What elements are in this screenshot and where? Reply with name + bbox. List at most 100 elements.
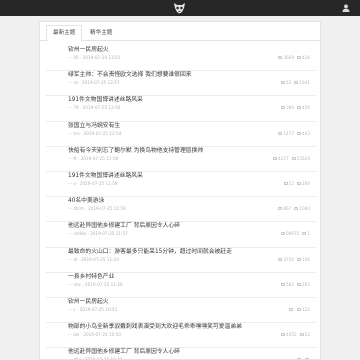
view-count: 4452 [285, 332, 297, 338]
eye-icon [280, 81, 285, 85]
topic-stats: 4452 52 [278, 332, 310, 337]
topic-stats: 3669 426 [275, 55, 310, 60]
topic-meta: ··· tvs · 2019-07-25 12:54 [68, 130, 122, 136]
view-count: 867 [283, 206, 292, 212]
view-count: 3669 [283, 55, 294, 60]
topic-meta: ··· cedeb · 2019-07-25 11:57 [68, 231, 128, 237]
topic-list-item[interactable]: 40名中美游泳 ··· dtcm · 2019-07-25 11:59 867 108… [46, 197, 316, 223]
topic-stats: 867 1084 [275, 206, 310, 211]
topic-title[interactable]: 40名中美游泳 [68, 197, 104, 205]
reply-count: 269 [302, 181, 310, 186]
comment-icon [299, 333, 304, 337]
top-navbar [0, 0, 360, 16]
comment-icon [291, 156, 296, 160]
reply-count: 122 [302, 307, 310, 312]
eye-icon [281, 282, 285, 286]
view-count: 3750 [283, 256, 294, 262]
eye-icon [283, 182, 288, 185]
user-icon[interactable] [342, 4, 350, 12]
topic-title[interactable]: 绿军主帅：不会责怪欧文选择 我们想要谁很回来 [68, 71, 192, 79]
topic-list-card: 最新主题 精华主题 钦州一民房起火 ··· 05 · 2019-07-24 13:… [39, 21, 321, 360]
comment-icon [297, 257, 301, 261]
view-count: 09075 [286, 231, 300, 237]
comment-icon [297, 106, 301, 110]
comment-icon [294, 207, 299, 211]
reply-count: 1084 [299, 206, 310, 212]
comment-icon [302, 232, 307, 236]
topic-list-item[interactable]: 张国立与冯婉安有生 ··· tvs · 2019-07-25 12:54 1477 4… [46, 122, 316, 147]
eye-icon [278, 131, 283, 135]
topic-meta: ··· vs · 2019-07-25 12:57 [68, 80, 120, 86]
topic-title[interactable]: 最致命的火山口：游客最多只能呆15分钟，超过时间就会被赶走 [68, 248, 232, 256]
eye-icon [278, 257, 283, 261]
comment-icon [294, 81, 299, 85]
view-count: 12 [288, 181, 294, 186]
tab-latest-topics[interactable]: 最新主题 [46, 25, 83, 42]
topic-title[interactable]: 快船有今天别忘了鲍尔默 为换鸟物他支持管理层换帅 [68, 147, 203, 155]
reply-count: 1 [307, 231, 310, 237]
topic-stats: 53 1941 [278, 80, 310, 85]
eye-icon [289, 308, 293, 311]
topic-list-item[interactable]: 他远赴异国他乡修建工厂 背后原因令人心碎 ··· cedeb · 2019-07-… [46, 222, 316, 248]
topic-title[interactable]: 他远赴异国他乡修建工厂 背后原因令人心碎 [68, 222, 180, 230]
topic-list-item[interactable]: 191件文物国博讲述丝路风采 ··· 79 · 2019-07-25 12:56 3… [46, 96, 316, 122]
tab-featured-topics[interactable]: 精华主题 [83, 25, 119, 41]
monkey-face-logo[interactable] [173, 2, 186, 14]
topic-title[interactable]: 他远赴异国他乡修建工厂 背后原因令人心碎 [68, 348, 180, 356]
comment-icon [297, 308, 301, 311]
topic-list-item[interactable]: 钦州一民房起火 ··· 05 · 2019-07-24 13:02 3669 426 [46, 46, 316, 72]
topic-meta: ··· nhc · 2019-07-25 11:26 [68, 281, 123, 287]
topic-meta: ··· c · 2019-07-25 10:51 [68, 307, 118, 312]
topic-title[interactable]: 191件文物国博讲述丝路风采 [68, 172, 143, 180]
topic-list-item[interactable]: 物部的小鸟全新季驭戴刺戏表演受到大欢迎毛乖乖嘿嘿笑可爱温弟弟 ··· kol · … [46, 323, 316, 349]
comment-icon [297, 282, 301, 286]
topic-meta: ··· dtcm · 2019-07-25 11:59 [68, 206, 126, 212]
reply-count: 52 [304, 332, 310, 338]
view-count: 1477 [283, 130, 294, 136]
view-count: 582 [286, 281, 294, 287]
topic-list-item[interactable]: 一县乡村特色产业 ··· nhc · 2019-07-25 11:26 582 262 [46, 273, 316, 298]
topic-stats: 1477 443 [275, 131, 310, 136]
topic-list-item[interactable]: 他远赴异国他乡修建工厂 背后原因令人心碎 ··· dhs · 2019-07-25… [46, 348, 316, 359]
view-count: 394 [286, 105, 294, 111]
reply-count: 106 [302, 256, 310, 262]
topic-title[interactable]: 191件文物国博讲述丝路风采 [68, 96, 143, 104]
topic-stats: 394 450 [278, 105, 310, 110]
topic-title[interactable]: 一县乡村特色产业 [68, 273, 114, 281]
topic-stats: 09075 1 [278, 231, 310, 236]
topic-meta: ··· 05 · 2019-07-24 13:02 [68, 55, 121, 60]
view-count: 53 [285, 80, 292, 86]
topic-stats: 582 262 [278, 282, 310, 287]
topic-list-item[interactable]: 绿军主帅：不会责怪欧文选择 我们想要谁很回来 ··· vs · 2019-07-2… [46, 71, 316, 97]
topic-meta: ··· v · 2019-07-25 11:59 [68, 181, 118, 186]
topic-meta: ··· dl · 2019-07-25 11:24 [68, 256, 119, 262]
topic-list-item[interactable]: 钦州一民房起火 ··· c · 2019-07-25 10:51 122 [46, 298, 316, 324]
topic-list-item[interactable]: 191件文物国博讲述丝路风采 ··· v · 2019-07-25 11:59 12… [46, 172, 316, 198]
eye-icon [278, 207, 283, 211]
comment-icon [297, 56, 301, 59]
topic-title[interactable]: 钦州一民房起火 [68, 298, 109, 306]
reply-count: 443 [302, 130, 310, 136]
topic-title[interactable]: 张国立与冯婉安有生 [68, 122, 120, 130]
eye-icon [280, 333, 285, 337]
topic-title[interactable]: 钦州一民房起火 [68, 46, 109, 54]
topic-meta: ··· kol · 2019-07-25 10:50 [68, 332, 122, 338]
topic-stats: 12 269 [281, 181, 310, 186]
reply-count: 15524 [296, 155, 310, 161]
eye-icon [281, 106, 285, 110]
topic-meta: ··· 79 · 2019-07-25 12:56 [68, 105, 121, 111]
topic-list-item[interactable]: 最致命的火山口：游客最多只能呆15分钟，超过时间就会被赶走 ··· dl · 20… [46, 248, 316, 273]
reply-count: 450 [302, 105, 310, 111]
eye-icon [281, 232, 285, 236]
reply-count: 1941 [299, 80, 310, 86]
topic-meta: ··· tt · 2019-07-25 11:59 [68, 155, 119, 161]
eye-icon [273, 156, 277, 160]
topic-stats: 3750 106 [275, 257, 310, 262]
topic-tabs: 最新主题 精华主题 [40, 22, 320, 42]
comment-icon [297, 182, 301, 185]
eye-icon [278, 56, 283, 59]
topic-title[interactable]: 物部的小鸟全新季驭戴刺戏表演受到大欢迎毛乖乖嘿嘿笑可爱温弟弟 [68, 323, 242, 331]
comment-icon [297, 131, 301, 135]
view-count: 4117 [278, 155, 289, 161]
topic-list-item[interactable]: 快船有今天别忘了鲍尔默 为换鸟物他支持管理层换帅 ··· tt · 2019-07… [46, 147, 316, 172]
